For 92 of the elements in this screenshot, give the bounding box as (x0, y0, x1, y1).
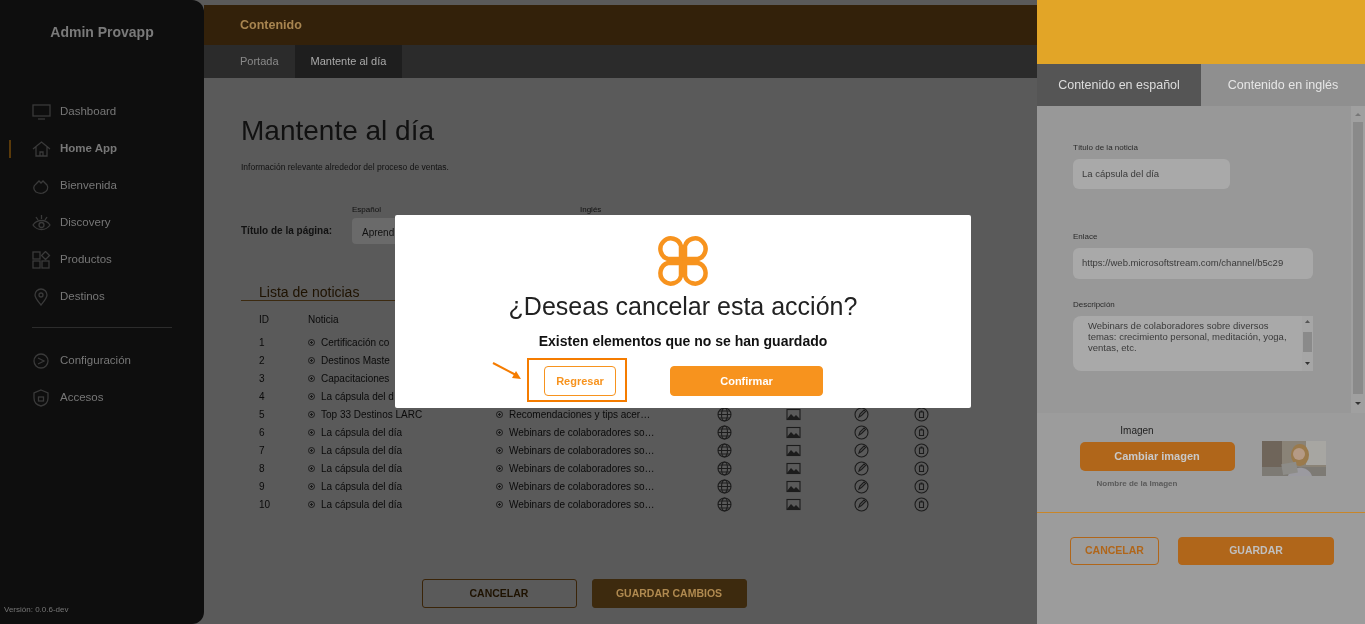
bullet-icon (308, 374, 315, 382)
sidebar-item[interactable]: Accesos (0, 379, 204, 416)
text-field[interactable]: La cápsula del día (1073, 159, 1230, 190)
field-label: Título de la noticia (1073, 142, 1139, 154)
table-cell-text: 7 (258, 443, 266, 458)
table-cell-text: Webinars de colaboradores so… (509, 461, 655, 476)
table-cell-text: 4 (258, 389, 266, 404)
bullet-icon (308, 392, 315, 400)
sidebar-item[interactable]: Configuración (0, 342, 204, 379)
table-cell-text: La cápsula del día (321, 461, 403, 476)
column-header: Noticia (308, 312, 340, 327)
bullet-icon (308, 338, 315, 346)
table-cell-text: Webinars de colaboradores so… (509, 497, 655, 512)
sidebar-item[interactable]: Discovery (0, 204, 204, 241)
bullet-icon (308, 482, 315, 490)
field-label: Descripción (1073, 298, 1116, 311)
table-cell-text: 2 (258, 353, 266, 368)
delete-icon[interactable] (914, 406, 929, 422)
bullet-icon (308, 410, 315, 418)
bullet-icon (308, 446, 315, 454)
bullet-icon (308, 464, 315, 472)
table-cell-text: Recomendaciones y tips acer… (509, 407, 651, 422)
field-label: Enlace (1073, 231, 1099, 244)
table-cell-text: La cápsula del día (321, 497, 403, 512)
page-title: Mantente al día (241, 116, 436, 147)
description-field[interactable]: Webinars de colaboradores sobre diversos temas: crecimiento personal, meditación, yoga, ventas, etc. (1073, 315, 1313, 371)
save-button[interactable]: GUARDAR (1178, 537, 1334, 565)
grid-icon (32, 250, 51, 269)
sidebar-item[interactable]: Destinos (0, 278, 204, 315)
table-cell-text: Webinars de colaboradores so… (509, 479, 655, 494)
change-image-button[interactable]: Cambiar imagen (1079, 442, 1235, 471)
table-cell-text: Webinars de colaboradores so… (509, 443, 655, 458)
eye-icon (32, 213, 51, 232)
scrollbar (1302, 315, 1313, 371)
tab[interactable]: Contenido en español (1037, 64, 1201, 106)
table-cell-text: Capacitaciones (321, 371, 390, 386)
column-label: Inglés (580, 203, 603, 216)
shield-icon (32, 388, 51, 407)
bullet-icon (496, 482, 503, 490)
bullet-icon (496, 410, 503, 418)
confirm-button[interactable]: Confirmar (670, 366, 823, 396)
clover-logo (655, 233, 711, 289)
brand-title: Admin Provapp (49, 23, 155, 42)
sidebar-item[interactable]: Dashboard (0, 93, 204, 130)
monitor-icon (32, 102, 51, 121)
table-cell-text: 9 (258, 479, 266, 494)
table-cell-text: 3 (258, 371, 266, 386)
table-cell-text: La cápsula del día (321, 425, 403, 440)
table-cell-text: La cápsula del día (321, 443, 403, 458)
bullet-icon (308, 356, 315, 364)
table-cell-text: Webinars de colaboradores so… (509, 425, 655, 440)
table-cell-text: 1 (258, 335, 266, 350)
bullet-icon (308, 428, 315, 436)
sidebar-item[interactable]: Home App (0, 130, 204, 167)
field-label: Título de la página: (241, 224, 334, 239)
location-pin-icon (32, 287, 51, 306)
table-cell-text: Certificación co (321, 335, 390, 350)
page-subtitle: Información relevante alrededor del proceso de ventas. (241, 160, 450, 174)
arrow-icon (492, 362, 522, 380)
file-name-text: Nombre de la Imagen (1096, 478, 1178, 490)
bullet-icon (496, 446, 503, 454)
bullet-icon (496, 500, 503, 508)
header-bar: Contenido (204, 5, 1037, 45)
bullet-icon (308, 500, 315, 508)
table-cell-text: 8 (258, 461, 266, 476)
table-cell-text: 10 (258, 497, 272, 512)
field-value: Webinars de colaboradores sobre diversos temas: crecimiento personal, meditación, yoga, ventas, etc. (1087, 318, 1288, 356)
tab[interactable]: Portada (224, 45, 295, 78)
bullet-icon (496, 428, 503, 436)
sidebar-item[interactable]: Bienvenida (0, 167, 204, 204)
version-text: Versión: 0.0.6-dev (3, 604, 70, 616)
edit-icon[interactable] (854, 406, 869, 422)
cancel-button[interactable]: CANCELAR (421, 579, 577, 608)
text-field[interactable]: https://web.microsoftstream.com/channel/b5c29 (1073, 248, 1313, 279)
globe-icon[interactable] (717, 406, 732, 422)
tab[interactable]: Contenido en inglés (1201, 64, 1365, 106)
bullet-icon (496, 464, 503, 472)
home-icon (32, 139, 51, 158)
table-cell-text: 5 (258, 407, 266, 422)
table-cell-text: La cápsula del d (321, 389, 394, 404)
column-header: ID (258, 312, 270, 327)
back-button[interactable]: Regresar (544, 366, 616, 396)
sidebar-item[interactable]: Productos (0, 241, 204, 278)
table-cell-text: Top 33 Destinos LARC (321, 407, 423, 422)
image-icon[interactable] (786, 406, 801, 422)
table-cell-text: La cápsula del día (321, 479, 403, 494)
image-label: Imagen (1120, 424, 1154, 438)
table-cell-text: Destinos Maste (321, 353, 390, 368)
dialog-message: Existen elementos que no se han guardado (538, 332, 828, 351)
save-button[interactable]: GUARDAR CAMBIOS (591, 579, 747, 608)
table-cell-text: 6 (258, 425, 266, 440)
tab[interactable]: Mantente al día (294, 45, 403, 78)
